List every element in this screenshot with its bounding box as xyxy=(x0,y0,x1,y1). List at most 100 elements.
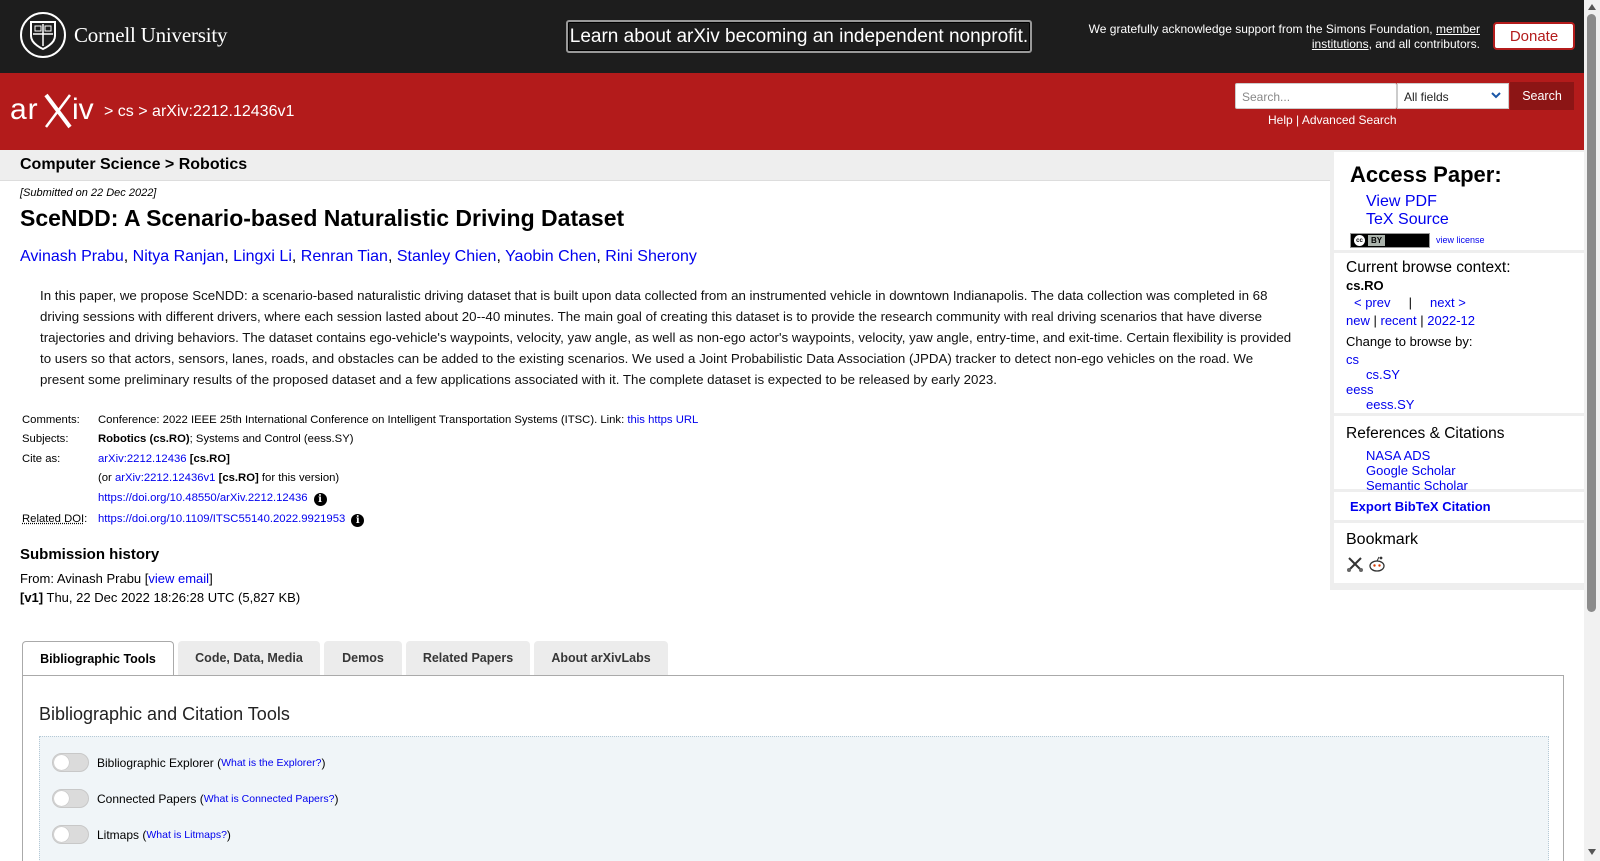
panel-title: Bibliographic and Citation Tools xyxy=(39,704,290,725)
tools-box: Bibliographic Explorer (What is the Expl… xyxy=(39,736,1549,861)
info-icon[interactable]: i xyxy=(314,493,327,506)
bookmark-title: Bookmark xyxy=(1346,531,1418,549)
access-paper-box: Access Paper: View PDF TeX Source cc BY … xyxy=(1334,152,1584,250)
arxiv-header: ar iv > cs > arXiv:2212.12436v1 Search..… xyxy=(0,73,1584,150)
tab-demos[interactable]: Demos xyxy=(324,641,402,675)
nasa-ads-link[interactable]: NASA ADS xyxy=(1366,448,1430,463)
tool-label: Bibliographic Explorer xyxy=(97,756,214,770)
author-list: Avinash Prabu, Nitya Ranjan, Lingxi Li, … xyxy=(20,248,697,266)
tool-toggle-row: Bibliographic Explorer (What is the Expl… xyxy=(52,753,325,772)
category-header: Computer Science > Robotics xyxy=(0,150,1330,181)
author-link[interactable]: Avinash Prabu xyxy=(20,248,124,265)
breadcrumb: > cs > arXiv:2212.12436v1 xyxy=(104,103,294,121)
author-link[interactable]: Rini Sherony xyxy=(605,248,697,265)
browse-context-value: cs.RO xyxy=(1346,278,1384,293)
browse-context-title: Current browse context: xyxy=(1346,259,1511,277)
tab-panel: Bibliographic and Citation Tools Bibliog… xyxy=(22,675,1564,861)
browse-cs-link[interactable]: cs xyxy=(1346,352,1359,367)
search-input[interactable]: Search... xyxy=(1235,83,1397,109)
view-pdf-link[interactable]: View PDF xyxy=(1366,193,1437,211)
crumb-paper-id: arXiv:2212.12436v1 xyxy=(152,103,294,120)
next-link[interactable]: next > xyxy=(1430,295,1466,310)
browse-cs-sy-link[interactable]: cs.SY xyxy=(1366,367,1400,382)
version-date: Thu, 22 Dec 2022 18:26:28 UTC (5,827 KB) xyxy=(47,590,301,605)
cornell-seal-icon xyxy=(20,12,66,58)
bibtex-box: Export BibTeX Citation xyxy=(1334,492,1584,520)
cite-category: [cs.RO] xyxy=(190,453,230,465)
author-link[interactable]: Stanley Chien xyxy=(397,248,497,265)
search-field-select[interactable]: All fields xyxy=(1397,83,1509,109)
subjects-label: Subjects: xyxy=(22,433,98,445)
view-license-link[interactable]: view license xyxy=(1436,235,1485,245)
browse-nav-secondary: new | recent | 2022-12 xyxy=(1346,313,1475,328)
submitted-date: [Submitted on 22 Dec 2022] xyxy=(20,187,156,199)
related-doi-link[interactable]: https://doi.org/10.1109/ITSC55140.2022.9… xyxy=(98,513,345,525)
connected-papers-toggle[interactable] xyxy=(52,789,89,808)
new-link[interactable]: new xyxy=(1346,313,1370,328)
arxiv-doi-link[interactable]: https://doi.org/10.48550/arXiv.2212.1243… xyxy=(98,492,308,504)
search-button[interactable]: Search xyxy=(1510,82,1574,110)
author-link[interactable]: Yaobin Chen xyxy=(505,248,596,265)
related-doi-label: Related DOI xyxy=(22,513,84,525)
tool-label: Litmaps xyxy=(97,828,139,842)
tool-help-link[interactable]: What is the Explorer? xyxy=(221,757,321,769)
change-browse-label: Change to browse by: xyxy=(1346,334,1472,349)
secondary-subjects: ; Systems and Control (eess.SY) xyxy=(190,433,354,445)
reddit-icon[interactable] xyxy=(1368,555,1386,578)
cite-version-link[interactable]: arXiv:2212.12436v1 xyxy=(115,472,216,484)
cc-license-badge[interactable]: cc BY xyxy=(1350,233,1430,248)
crumb-cs-link[interactable]: cs xyxy=(118,103,134,120)
scroll-up-icon[interactable] xyxy=(1588,4,1596,10)
references-box: References & Citations NASA ADS Google S… xyxy=(1334,416,1584,489)
cornell-name: Cornell University xyxy=(74,23,227,48)
announcement-button[interactable]: Learn about arXiv becoming an independen… xyxy=(566,20,1032,53)
acknowledgement-text: We gratefully acknowledge support from t… xyxy=(1070,22,1480,51)
tool-help-link[interactable]: What is Connected Papers? xyxy=(204,793,335,805)
tab-about-arxivlabs[interactable]: About arXivLabs xyxy=(534,641,668,675)
author-link[interactable]: Lingxi Li xyxy=(233,248,292,265)
bibliographic-explorer-toggle[interactable] xyxy=(52,753,89,772)
prev-link[interactable]: < prev xyxy=(1354,295,1391,310)
scrollbar-thumb[interactable] xyxy=(1587,14,1596,612)
abstract: In this paper, we propose SceNDD: a scen… xyxy=(40,285,1300,390)
tool-label: Connected Papers xyxy=(97,792,196,806)
sidebar: Access Paper: View PDF TeX Source cc BY … xyxy=(1330,150,1584,590)
ack-prefix: We gratefully acknowledge support from t… xyxy=(1089,22,1433,36)
author-link[interactable]: Nitya Ranjan xyxy=(133,248,225,265)
svg-text:iv: iv xyxy=(72,93,94,126)
tool-help-link[interactable]: What is Litmaps? xyxy=(146,829,227,841)
cornell-logo[interactable]: Cornell University xyxy=(20,12,227,58)
advanced-search-link[interactable]: Advanced Search xyxy=(1302,113,1397,127)
comments-link[interactable]: this https URL xyxy=(627,414,698,426)
litmaps-toggle[interactable] xyxy=(52,825,89,844)
tab-related-papers[interactable]: Related Papers xyxy=(406,641,530,675)
semantic-scholar-link[interactable]: Semantic Scholar xyxy=(1366,478,1468,493)
author-link[interactable]: Renran Tian xyxy=(301,248,388,265)
browse-eess-sy-link[interactable]: eess.SY xyxy=(1366,397,1414,412)
scroll-down-icon[interactable] xyxy=(1588,849,1596,855)
info-icon[interactable]: i xyxy=(351,514,364,527)
version-entry: [v1] Thu, 22 Dec 2022 18:26:28 UTC (5,82… xyxy=(20,590,300,605)
crumb-sep: > xyxy=(138,103,147,120)
cite-id-link[interactable]: arXiv:2212.12436 xyxy=(98,453,187,465)
tex-source-link[interactable]: TeX Source xyxy=(1366,211,1449,229)
tab-bibliographic-tools[interactable]: Bibliographic Tools xyxy=(22,641,174,676)
cc-icon: cc xyxy=(1354,235,1365,246)
cite-or: (or xyxy=(98,472,112,484)
bibsonomy-icon[interactable] xyxy=(1346,555,1364,578)
recent-link[interactable]: recent xyxy=(1381,313,1417,328)
tab-code-data-media[interactable]: Code, Data, Media xyxy=(178,641,320,675)
nav-sep: | xyxy=(1409,295,1412,310)
help-link[interactable]: Help xyxy=(1268,113,1293,127)
month-link[interactable]: 2022-12 xyxy=(1427,313,1475,328)
crumb-sep: > xyxy=(104,103,113,120)
view-email-link[interactable]: view email xyxy=(148,571,209,586)
arxiv-logo-icon[interactable]: ar iv xyxy=(10,91,100,136)
ack-suffix: , and all contributors. xyxy=(1369,37,1480,51)
donate-button[interactable]: Donate xyxy=(1493,22,1575,50)
export-bibtex-link[interactable]: Export BibTeX Citation xyxy=(1350,499,1491,514)
google-scholar-link[interactable]: Google Scholar xyxy=(1366,463,1456,478)
browse-eess-link[interactable]: eess xyxy=(1346,382,1373,397)
page-scrollbar[interactable] xyxy=(1584,0,1600,861)
search-field-value: All fields xyxy=(1404,90,1449,104)
